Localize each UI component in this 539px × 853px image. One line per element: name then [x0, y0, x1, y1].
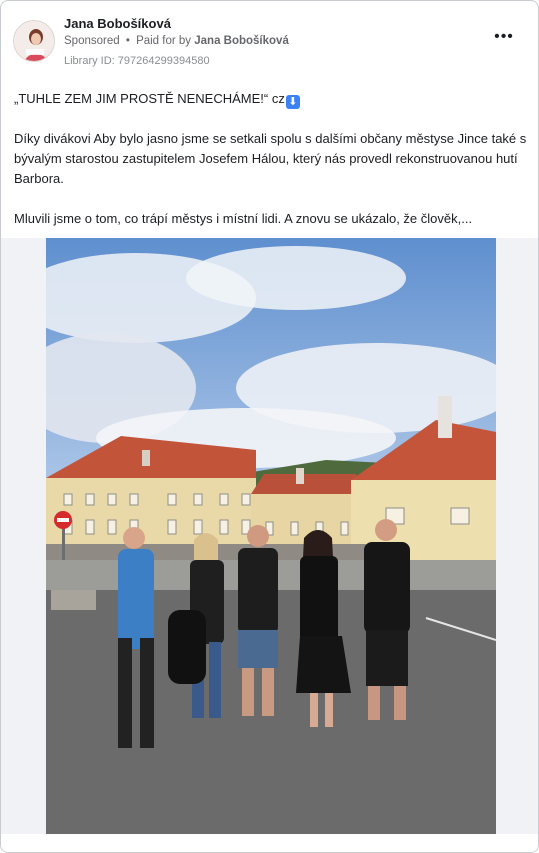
post-media[interactable]: [1, 238, 538, 834]
sponsored-label[interactable]: Sponsored: [64, 35, 120, 47]
paid-by-name: Jana Bobošíková: [194, 35, 289, 47]
avatar[interactable]: [13, 20, 55, 62]
meta-separator: •: [125, 35, 130, 47]
avatar-image: [14, 21, 54, 61]
post-header: Jana Bobošíková Sponsored • Paid for by …: [13, 15, 526, 71]
post-headline: „TUHLE ZEM JIM PROSTĚ NENECHÁME!“ cz ⬇: [14, 89, 529, 109]
library-id: Library ID: 797264299394580: [64, 55, 210, 67]
down-arrow-emoji: ⬇: [285, 95, 300, 109]
ad-post-card: Jana Bobošíková Sponsored • Paid for by …: [0, 0, 539, 853]
post-paragraph: Díky divákovi Aby bylo jasno jsme se set…: [14, 131, 527, 186]
paid-prefix: Paid for by: [136, 35, 192, 47]
post-text: „TUHLE ZEM JIM PROSTĚ NENECHÁME!“ cz ⬇ Dí…: [14, 89, 529, 229]
post-photo[interactable]: [46, 238, 496, 834]
sponsored-line: Sponsored • Paid for by Jana Bobošíková: [64, 35, 289, 47]
post-paragraph-truncated[interactable]: Mluvili jsme o tom, co trápí městys i mí…: [14, 209, 529, 229]
headline-text: „TUHLE ZEM JIM PROSTĚ NENECHÁME!“ cz: [14, 91, 285, 106]
page-name[interactable]: Jana Bobošíková: [64, 16, 171, 31]
group-photo-image: [46, 238, 496, 834]
card-footer-gap: [1, 834, 538, 852]
more-horizontal-icon[interactable]: •••: [492, 29, 516, 47]
